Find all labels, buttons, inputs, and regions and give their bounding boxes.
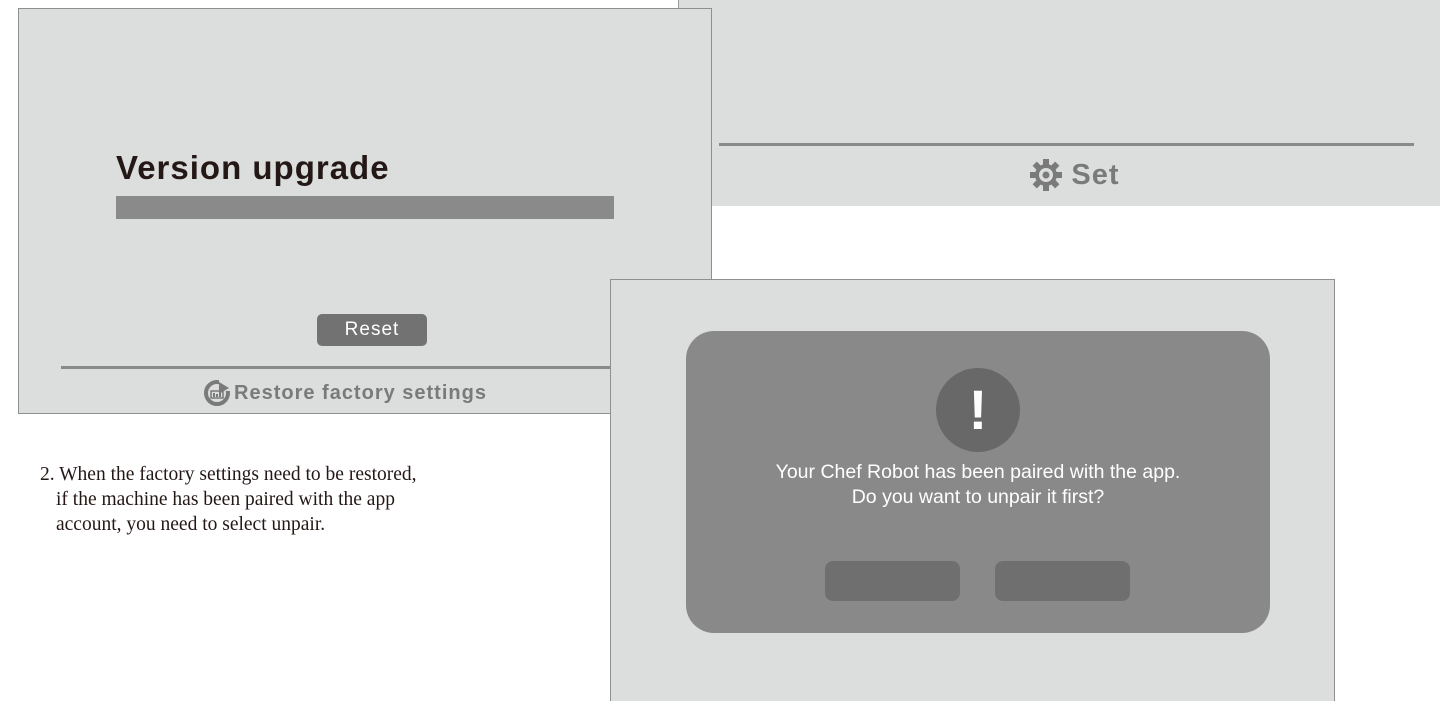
dialog-message-line-1: Your Chef Robot has been paired with the… bbox=[775, 461, 1181, 483]
dialog-right-button[interactable] bbox=[995, 561, 1130, 601]
restore-factory-screen: Version upgrade Reset Restore factory se… bbox=[18, 8, 712, 414]
dialog-left-button[interactable] bbox=[825, 561, 960, 601]
dialog-message: Your Chef Robot has been paired with the… bbox=[686, 460, 1270, 510]
version-upgrade-title[interactable]: Version upgrade bbox=[116, 149, 390, 187]
reset-button[interactable]: Reset bbox=[317, 314, 427, 346]
unpair-dialog: ! Your Chef Robot has been paired with t… bbox=[686, 331, 1270, 633]
instruction-line-1: 2. When the factory settings need to be … bbox=[40, 464, 417, 485]
alert-icon: ! bbox=[936, 368, 1020, 452]
restore-factory-label: Restore factory settings bbox=[234, 381, 487, 404]
version-upgrade-bar bbox=[116, 196, 614, 219]
gear-icon bbox=[1030, 159, 1063, 191]
set-tab[interactable]: Set bbox=[679, 152, 1440, 198]
set-screen: Set bbox=[678, 0, 1440, 206]
set-divider bbox=[719, 143, 1414, 146]
dialog-message-line-2: Do you want to unpair it first? bbox=[851, 486, 1105, 508]
restore-factory-tab[interactable]: Restore factory settings bbox=[202, 378, 487, 408]
instruction-line-2: if the machine has been paired with the … bbox=[56, 489, 395, 510]
instruction-text: 2. When the factory settings need to be … bbox=[40, 462, 560, 537]
instruction-line-3: account, you need to select unpair. bbox=[56, 514, 326, 535]
restore-icon bbox=[204, 380, 231, 406]
unpair-screen: ! Your Chef Robot has been paired with t… bbox=[610, 279, 1335, 701]
set-tab-label: Set bbox=[1071, 158, 1120, 191]
